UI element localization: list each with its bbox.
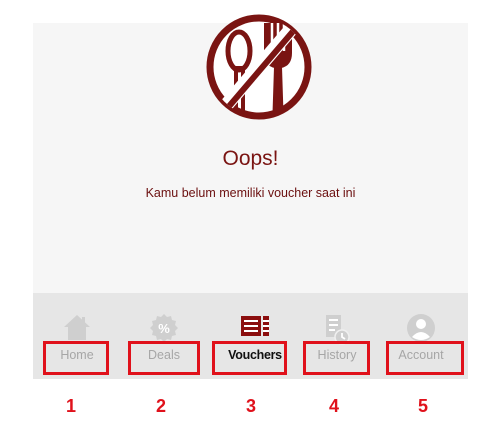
empty-state-message: Kamu belum memiliki voucher saat ini (145, 186, 356, 200)
svg-text:%: % (158, 321, 170, 336)
annotation-number-2: 2 (156, 396, 167, 416)
voucher-list-icon (241, 316, 269, 336)
annotation-number-4: 4 (329, 396, 340, 416)
no-food-icon (206, 14, 312, 120)
account-icon (407, 314, 435, 342)
annotation-box-3 (212, 341, 287, 375)
annotation-box-1 (43, 341, 109, 375)
annotation-box-2 (128, 341, 200, 375)
annotation-number-5: 5 (418, 396, 429, 416)
annotation-box-5 (386, 341, 464, 375)
percent-badge-icon: % (150, 314, 178, 342)
home-icon (64, 315, 90, 340)
annotation-box-4 (303, 341, 370, 375)
empty-state-title: Oops! (222, 147, 279, 170)
annotation-number-3: 3 (246, 396, 257, 416)
app-screen: Oops! Kamu belum memiliki voucher saat i… (33, 14, 468, 379)
annotation-number-1: 1 (66, 396, 77, 416)
